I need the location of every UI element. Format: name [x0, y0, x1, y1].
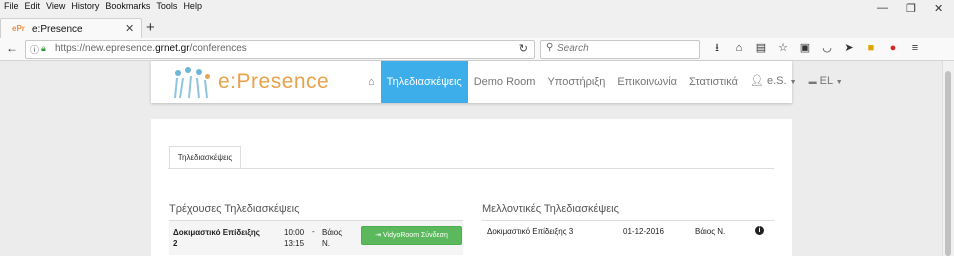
language-menu[interactable]: ▬ EL ▼ [803, 60, 849, 104]
login-icon: ⇥ [375, 232, 382, 239]
tab-conferences[interactable]: Τηλεδιασκέψεις [169, 146, 241, 169]
minimize-button[interactable]: — [877, 2, 888, 14]
nav-statistics[interactable]: Στατιστικά [683, 61, 744, 103]
upcoming-conferences-title: Μελλοντικές Τηλεδιασκέψεις [482, 203, 619, 215]
current-conferences-title: Τρέχουσες Τηλεδιασκέψεις [169, 203, 300, 215]
adblock-icon[interactable]: ● [882, 41, 904, 55]
download-icon[interactable]: ⭳ [706, 41, 728, 55]
briefcase-icon[interactable]: ▣ [794, 41, 816, 55]
vidyoroom-connect-button[interactable]: ⇥ VidyoRoom Σύνδεση [361, 226, 462, 245]
info-icon[interactable]: i [755, 226, 764, 235]
menu-history[interactable]: History [71, 0, 99, 14]
table-row: Δοκιμαστικό Επίδειξης 3 01-12-2016 Βάιος… [482, 220, 774, 241]
chevron-down-icon: ▼ [789, 79, 797, 86]
site-header: e:Presence ⌂ Τηλεδιασκέψεις Demo Room Υπ… [151, 61, 843, 103]
menu-bar: File Edit View History Bookmarks Tools H… [0, 0, 202, 14]
bookmark-star-icon[interactable]: ☆ [772, 41, 794, 55]
nav-demo-room[interactable]: Demo Room [468, 61, 542, 103]
lock-icon: 🔒︎ [41, 43, 46, 53]
chevron-down-icon: ▼ [835, 79, 843, 86]
hamburger-menu-icon[interactable]: ≡ [904, 41, 926, 55]
nav-contact[interactable]: Επικοινωνία [611, 61, 683, 103]
menu-bookmarks[interactable]: Bookmarks [105, 0, 150, 14]
conference-organizer: Βάιος Ν. [695, 227, 726, 236]
tab-title: e:Presence [32, 24, 83, 35]
menu-tools[interactable]: Tools [156, 0, 177, 14]
site-navigation: ⌂ Τηλεδιασκέψεις Demo Room Υποστήριξη Επ… [362, 61, 849, 103]
folder-icon[interactable]: ■ [860, 41, 882, 55]
conference-time: 10:00 13:15 [284, 228, 305, 248]
new-tab-button[interactable]: + [146, 19, 155, 36]
favicon-icon: ePr [12, 24, 25, 33]
toolbar-icons: ⭳ ⌂ ▤ ☆ ▣ ◡ ➤ ■ ● ≡ [706, 41, 926, 55]
pocket-icon[interactable]: ◡ [816, 41, 838, 55]
tab-divider [168, 168, 774, 169]
close-window-button[interactable]: ✕ [934, 2, 943, 15]
menu-view[interactable]: View [46, 0, 65, 14]
send-icon[interactable]: ➤ [838, 41, 860, 55]
user-menu[interactable]: 👤︎ e.S. ▼ [744, 60, 803, 104]
table-row: Δοκιμαστικό Επίδειξης 2 10:00 13:15 - Βάι… [169, 220, 463, 255]
logo-text: e:Presence [218, 70, 330, 93]
reload-icon[interactable]: ↻ [519, 42, 528, 55]
epresence-logo[interactable]: e:Presence [167, 64, 329, 100]
search-icon: ⚲ [546, 42, 554, 53]
nav-support[interactable]: Υποστήριξη [541, 61, 611, 103]
back-arrow-icon[interactable]: ← [6, 41, 20, 55]
menu-help[interactable]: Help [183, 0, 202, 14]
search-bar[interactable]: ⚲ Search [540, 40, 700, 59]
home-icon[interactable]: ⌂ [728, 41, 750, 55]
home-icon[interactable]: ⌂ [362, 61, 381, 103]
info-icon[interactable]: ⓘ [30, 43, 39, 56]
search-placeholder: Search [557, 43, 589, 54]
url-text[interactable]: https://new.epresence.grnet.gr/conferenc… [55, 43, 247, 54]
restore-button[interactable]: ❐ [906, 2, 916, 15]
user-icon: 👤︎ [749, 75, 764, 87]
conference-name: Δοκιμαστικό Επίδειξης 2 [173, 228, 260, 248]
separator: - [312, 227, 315, 236]
library-icon[interactable]: ▤ [750, 41, 772, 55]
conference-organizer: Βάιος Ν. [322, 228, 343, 248]
scrollbar[interactable] [942, 61, 954, 256]
url-bar[interactable]: ⓘ 🔒︎ https://new.epresence.grnet.gr/conf… [25, 40, 535, 59]
nav-conferences[interactable]: Τηλεδιασκέψεις [380, 61, 468, 103]
close-tab-icon[interactable]: ✕ [125, 22, 134, 35]
conference-name: Δοκιμαστικό Επίδειξης 3 [487, 227, 574, 236]
navigation-toolbar: ← ⓘ 🔒︎ https://new.epresence.grnet.gr/co… [0, 38, 954, 61]
menu-file[interactable]: File [4, 0, 19, 14]
menu-edit[interactable]: Edit [25, 0, 41, 14]
flag-icon: ▬ [808, 77, 817, 86]
scrollbar-thumb[interactable] [945, 71, 951, 256]
conference-date: 01-12-2016 [623, 227, 664, 236]
